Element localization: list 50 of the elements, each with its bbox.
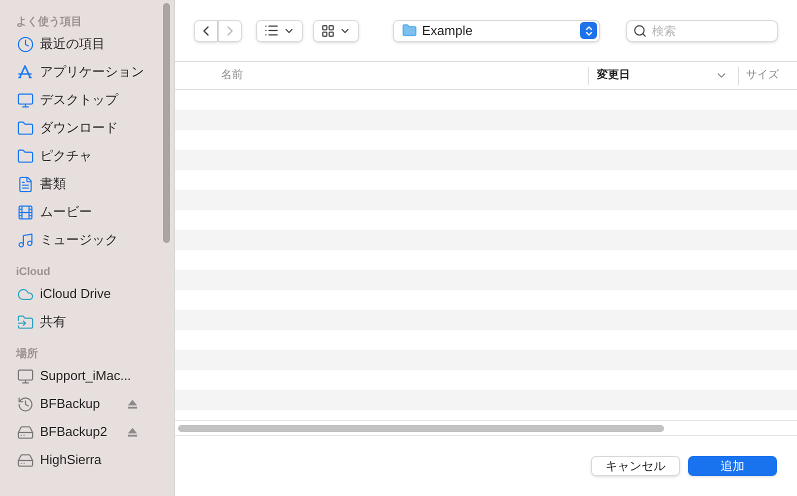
sidebar-item[interactable]: BFBackup: [40, 394, 100, 414]
monitor-icon: [16, 368, 34, 384]
monitor-icon: [16, 92, 34, 108]
eject-icon[interactable]: [127, 426, 138, 438]
section-header: よく使う項目: [16, 15, 83, 30]
folder-icon: [402, 23, 417, 38]
horizontal-scrollbar[interactable]: [178, 424, 664, 432]
app-store-icon: [17, 64, 33, 80]
back-button[interactable]: [194, 20, 218, 42]
history-icon: [16, 396, 34, 412]
add-button[interactable]: 追加: [688, 456, 777, 476]
group-button[interactable]: [313, 20, 359, 42]
sidebar-item[interactable]: BFBackup2: [40, 422, 108, 442]
film-icon: [16, 204, 34, 220]
clock-icon: [16, 36, 34, 52]
view-mode-button[interactable]: [256, 20, 303, 42]
document-icon: [16, 176, 34, 192]
scrollbar[interactable]: [163, 3, 170, 243]
grid-icon: [321, 24, 335, 38]
section-header: 場所: [16, 346, 39, 362]
location-name: Example: [422, 22, 474, 40]
sidebar-item[interactable]: HighSierra: [40, 450, 102, 470]
cancel-button[interactable]: キャンセル: [591, 456, 680, 476]
sidebar-item[interactable]: 最近の項目: [40, 34, 105, 54]
sidebar-item[interactable]: アプリケーション: [40, 62, 144, 82]
sidebar-item[interactable]: ミュージック: [40, 230, 118, 250]
column-header[interactable]: サイズ: [746, 67, 779, 84]
popup-stepper-icon: [580, 22, 597, 39]
drive-icon: [16, 452, 34, 468]
drive-icon: [16, 424, 34, 440]
search-input[interactable]: 検索: [652, 22, 762, 40]
sidebar-item[interactable]: 書類: [40, 174, 66, 194]
music-note-icon: [16, 232, 34, 248]
sidebar-item[interactable]: Support_iMac...: [40, 366, 132, 386]
sidebar-item[interactable]: ピクチャ: [40, 146, 92, 166]
list-icon: [264, 23, 279, 38]
folder-icon: [16, 148, 34, 164]
shared-folder-icon: [16, 314, 34, 330]
section-header: iCloud: [16, 265, 52, 280]
folder-icon: [16, 120, 34, 136]
search-icon: [633, 24, 647, 38]
sidebar-item[interactable]: iCloud Drive: [40, 284, 111, 304]
location-popup[interactable]: Example: [393, 20, 600, 42]
column-header[interactable]: 変更日: [597, 67, 630, 84]
eject-icon[interactable]: [127, 398, 138, 410]
sidebar-item[interactable]: 共有: [40, 312, 66, 332]
sidebar-item[interactable]: デスクトップ: [40, 90, 118, 110]
sidebar-item[interactable]: ムービー: [40, 202, 92, 222]
sidebar-item[interactable]: ダウンロード: [40, 118, 118, 138]
search-field[interactable]: 検索: [626, 20, 778, 42]
